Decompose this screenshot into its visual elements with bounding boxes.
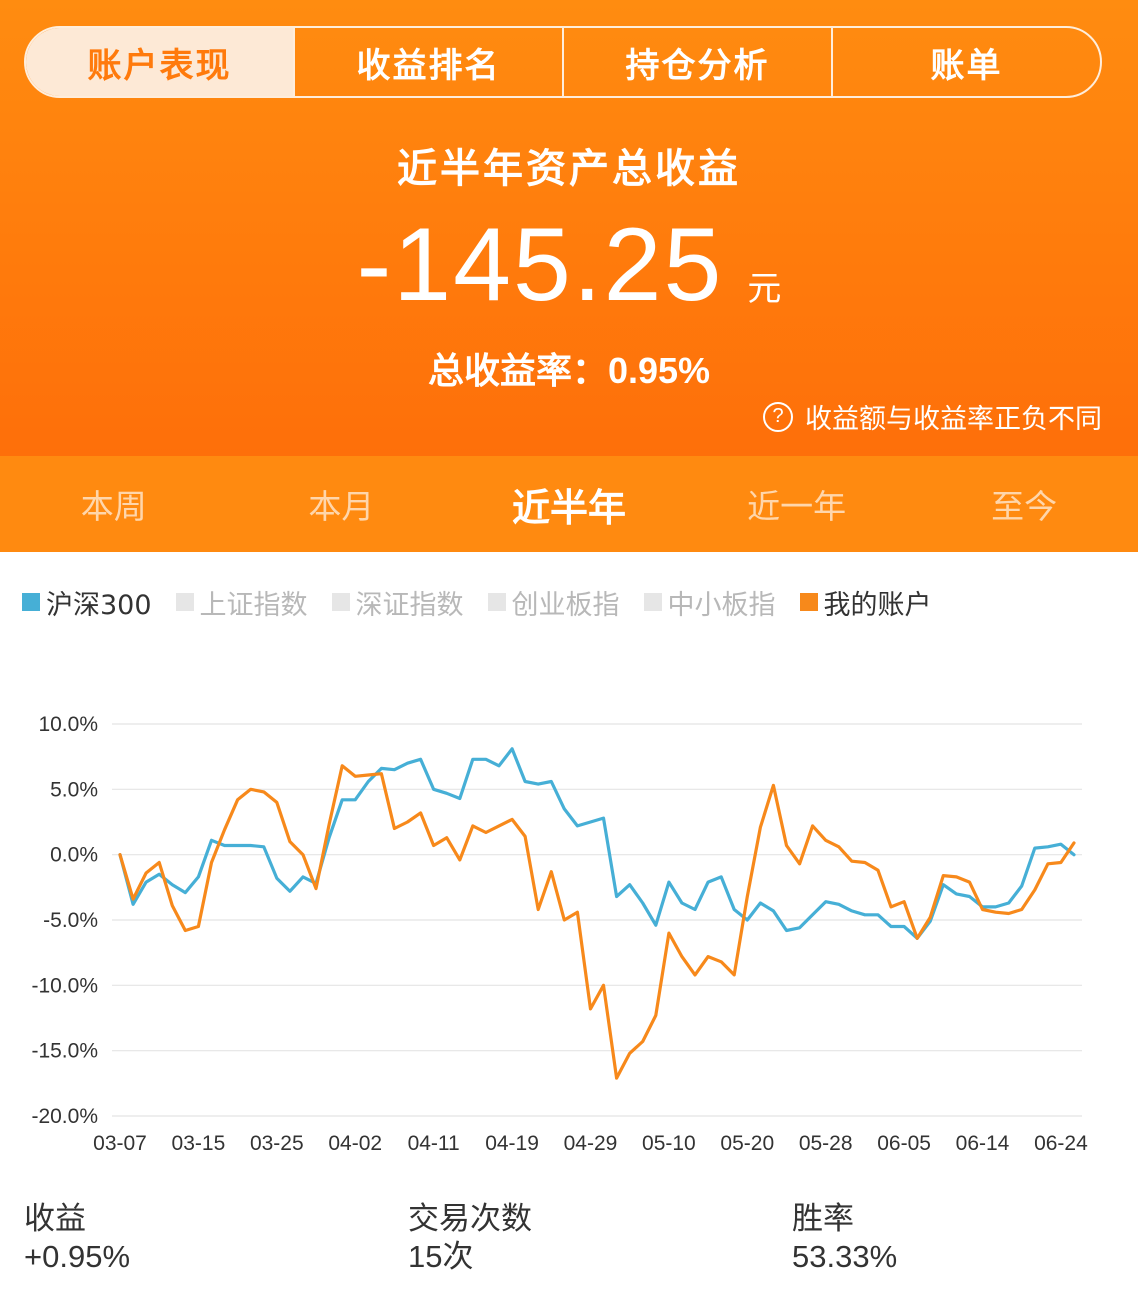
y-tick-label: -15.0% <box>31 1040 98 1063</box>
x-tick-label: 04-02 <box>328 1132 382 1155</box>
period-to-date[interactable]: 至今 <box>910 456 1138 552</box>
y-tick-label: 0.0% <box>50 844 98 867</box>
stat-label: 交易次数 <box>408 1201 532 1237</box>
return-line-chart: 10.0% 5.0% 0.0% -5.0% -10.0% -15.0% -20.0% 03-0… <box>31 713 1088 1155</box>
legend-swatch <box>799 593 818 611</box>
x-tick-label: 05-20 <box>720 1132 774 1155</box>
legend-label: 中小板指 <box>667 589 776 621</box>
currency-unit: 元 <box>747 269 782 309</box>
legend-item-my-account[interactable]: 我的账户 <box>799 588 932 621</box>
chart-legend: 沪深300 上证指数 深证指数 创业板指 中小板指 我的账户 <box>22 588 1122 621</box>
tab-bar: 账户表现 收益排名 持仓分析 账单 <box>24 26 1102 98</box>
question-circle-icon[interactable]: ? <box>763 401 793 432</box>
y-tick-label: 10.0% <box>38 713 98 736</box>
period-half-year[interactable]: 近半年 <box>455 456 683 552</box>
legend-swatch <box>331 593 350 611</box>
period-this-month[interactable]: 本月 <box>228 456 456 552</box>
legend-swatch <box>22 593 40 611</box>
period-selector: 本周 本月 近半年 近一年 至今 <box>0 456 1138 552</box>
legend-label: 上证指数 <box>199 589 308 621</box>
stat-value: 53.33% <box>792 1239 898 1274</box>
stat-label: 收益 <box>24 1201 86 1237</box>
return-rate-label: 总收益率： <box>427 351 608 392</box>
x-tick-label: 06-14 <box>956 1132 1010 1155</box>
summary-header: 账户表现 收益排名 持仓分析 账单 近半年资产总收益 -145.25 元 总收益… <box>0 0 1138 456</box>
total-profit: -145.25 元 <box>0 206 1138 325</box>
tab-holdings-analysis[interactable]: 持仓分析 <box>562 28 831 96</box>
legend-item-hs300[interactable]: 沪深300 <box>22 588 152 621</box>
x-tick-label: 06-05 <box>877 1132 931 1155</box>
stats-row: 收益 +0.95% 交易次数 15次 胜率 53.33% <box>0 1200 1138 1290</box>
y-tick-label: -5.0% <box>43 909 98 932</box>
legend-label: 深证指数 <box>355 589 464 621</box>
legend-item-chinext[interactable]: 创业板指 <box>487 588 620 621</box>
y-tick-label: -20.0% <box>31 1105 98 1128</box>
summary-title: 近半年资产总收益 <box>397 146 741 192</box>
legend-item-sse[interactable]: 上证指数 <box>175 588 308 621</box>
return-rate-value: 0.95% <box>607 350 711 391</box>
x-tick-label: 05-28 <box>799 1132 853 1155</box>
period-this-week[interactable]: 本周 <box>0 456 228 552</box>
legend-label: 我的账户 <box>823 589 932 621</box>
tab-bill[interactable]: 账单 <box>831 28 1100 96</box>
note-text: 收益额与收益率正负不同 <box>805 404 1102 435</box>
stat-trade-count: 交易次数 15次 <box>408 1200 532 1276</box>
stat-value: 15次 <box>408 1239 474 1274</box>
period-one-year[interactable]: 近一年 <box>683 456 911 552</box>
stat-win-rate: 胜率 53.33% <box>792 1200 897 1276</box>
x-tick-label: 03-07 <box>93 1132 147 1155</box>
stat-label: 胜率 <box>792 1201 854 1237</box>
tab-account-performance[interactable]: 账户表现 <box>26 28 293 96</box>
y-tick-label: 5.0% <box>50 778 98 801</box>
legend-label: 沪深300 <box>46 589 152 621</box>
sign-difference-note[interactable]: ? 收益额与收益率正负不同 <box>763 397 1102 436</box>
y-tick-label: -10.0% <box>31 974 98 997</box>
x-tick-label: 06-24 <box>1034 1132 1088 1155</box>
total-profit-amount: -145.25 <box>356 207 724 323</box>
x-tick-label: 04-11 <box>408 1132 460 1155</box>
legend-swatch <box>643 593 662 611</box>
legend-item-sme[interactable]: 中小板指 <box>643 588 776 621</box>
x-tick-label: 03-25 <box>250 1132 304 1155</box>
x-tick-label: 05-10 <box>642 1132 696 1155</box>
stat-profit: 收益 +0.95% <box>24 1200 130 1276</box>
total-return-rate: 总收益率：0.95% <box>0 342 1138 394</box>
tab-profit-ranking[interactable]: 收益排名 <box>293 28 562 96</box>
x-tick-label: 03-15 <box>172 1132 226 1155</box>
legend-swatch <box>175 593 194 611</box>
x-tick-label: 04-19 <box>485 1132 539 1155</box>
x-tick-label: 04-29 <box>564 1132 618 1155</box>
legend-item-szse[interactable]: 深证指数 <box>331 588 464 621</box>
legend-swatch <box>487 593 506 611</box>
stat-value: +0.95% <box>24 1239 131 1274</box>
legend-label: 创业板指 <box>511 589 620 621</box>
